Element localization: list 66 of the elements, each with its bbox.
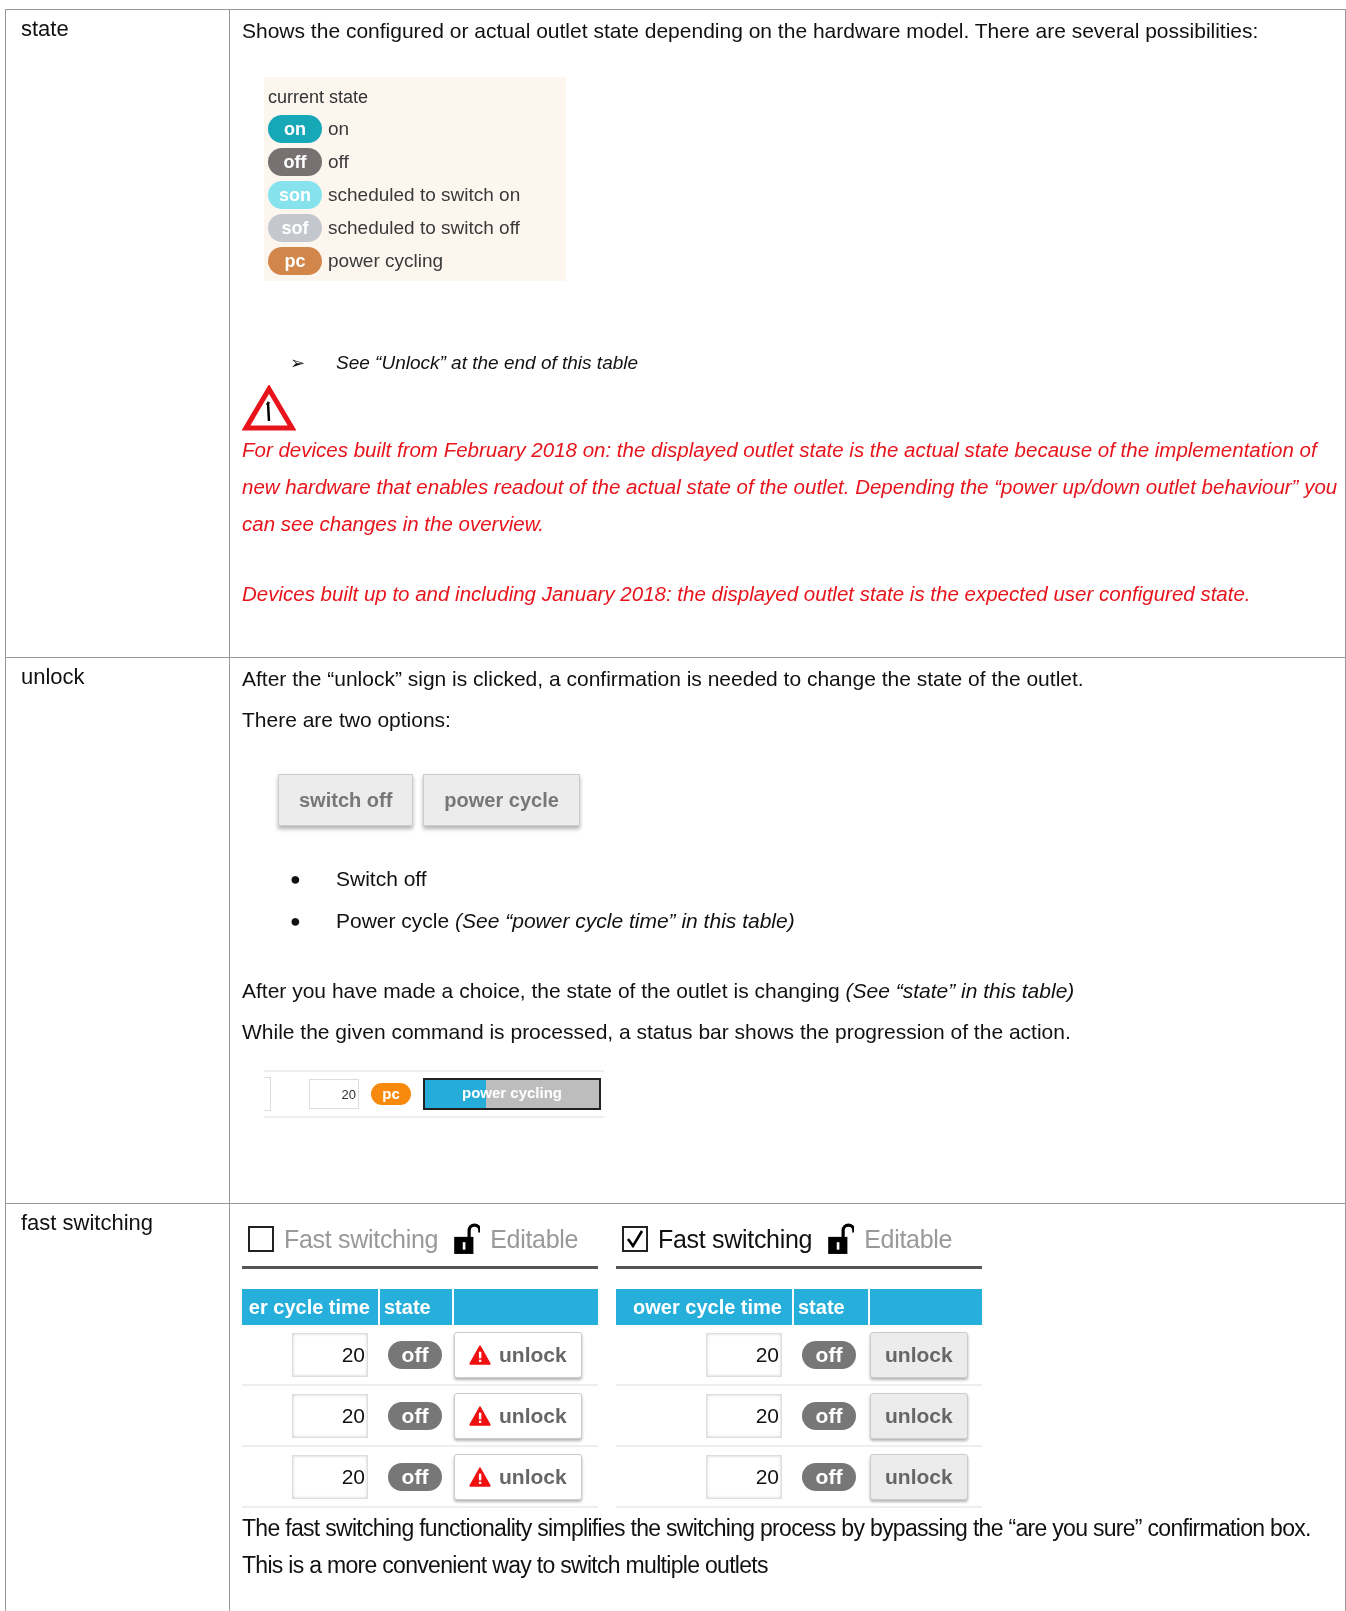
column-header: ower cycle time (633, 1295, 782, 1319)
action-button[interactable]: switch off (278, 774, 414, 826)
state-label: on (328, 117, 350, 140)
unlock-button[interactable]: unlock (870, 1453, 968, 1500)
bullet: ● (290, 868, 302, 891)
unlock-button[interactable]: unlock (454, 1331, 582, 1378)
paragraph: After the “unlock” sign is clicked, a confirmation is needed to change the state of the outlet. (242, 666, 1085, 692)
state-label: off (328, 150, 349, 173)
checkbox[interactable] (248, 1226, 274, 1252)
term-label: state (21, 16, 69, 41)
warning-icon (469, 1466, 491, 1487)
paragraph: There are two options: (242, 707, 452, 733)
note-text: See “Unlock” at the end of this table (336, 352, 639, 374)
warning-icon (469, 1405, 491, 1426)
unlock-button[interactable]: unlock (870, 1331, 968, 1378)
state-badge: off (388, 1340, 442, 1369)
number-field[interactable]: 20 (706, 1332, 782, 1377)
state-label: scheduled to switch off (328, 216, 520, 239)
column-header: state (798, 1295, 845, 1319)
bullet: ● (290, 910, 302, 933)
padlock-icon (828, 1223, 855, 1255)
editable-label: Editable (864, 1224, 953, 1254)
legend-title: current state (268, 86, 370, 109)
arrow-bullet: ➢ (290, 352, 306, 374)
state-badge: off (802, 1401, 856, 1430)
state-badge: son (268, 180, 322, 209)
number-field[interactable]: 20 (706, 1393, 782, 1438)
state-badge: off (388, 1462, 442, 1491)
state-badge: sof (268, 213, 322, 242)
padlock-icon (454, 1223, 481, 1255)
state-label: scheduled to switch on (328, 183, 521, 206)
state-badge: pc (371, 1083, 411, 1105)
editable-label: Editable (490, 1224, 579, 1254)
state-badge: on (268, 114, 322, 143)
state-badge: off (802, 1340, 856, 1369)
column-header: state (384, 1295, 431, 1319)
number-field[interactable]: 20 (706, 1454, 782, 1499)
warning-icon (469, 1344, 491, 1365)
paragraph: The fast switching functionality simplifies the switching process by bypassing the “are you sure” confirmation box. This is a more convenient way to switch multiple outlets (242, 1514, 1312, 1580)
bullet-text: Power cycle (See “power cycle time” in this table) (336, 908, 795, 934)
warning-text: For devices built from February 2018 on: the displayed outlet state is the actual state because of the implementation of new hardware that enables readout of the actual state of the outlet. Depending the “power up/down outlet behaviour” you can see changes in the overview. (242, 437, 1339, 537)
input-field[interactable] (264, 1077, 271, 1111)
warning-icon (242, 385, 296, 431)
term-label: fast switching (21, 1210, 154, 1235)
paragraph: Shows the configured or actual outlet state depending on the hardware model. There are several possibilities: (242, 18, 1260, 44)
term-label: unlock (21, 664, 85, 689)
number-field[interactable]: 20 (292, 1332, 368, 1377)
state-label: power cycling (328, 249, 444, 272)
unlock-button[interactable]: unlock (870, 1392, 968, 1439)
checkbox[interactable] (622, 1226, 648, 1252)
column-header: er cycle time (248, 1295, 370, 1319)
paragraph: After you have made a choice, the state of the outlet is changing (See “state” in this table) (242, 978, 1076, 1004)
state-badge: off (802, 1462, 856, 1491)
state-badge: off (268, 147, 322, 176)
unlock-button[interactable]: unlock (454, 1392, 582, 1439)
unlock-button[interactable]: unlock (454, 1453, 582, 1500)
number-field[interactable]: 20 (309, 1079, 359, 1109)
paragraph: While the given command is processed, a status bar shows the progression of the action. (242, 1019, 1072, 1045)
state-badge: pc (268, 246, 322, 275)
state-badge: off (388, 1401, 442, 1430)
checkbox-label[interactable]: Fast switching (658, 1224, 813, 1254)
warning-text: Devices built up to and including January 2018: the displayed outlet state is the expected user configured state. (242, 581, 1252, 607)
action-button[interactable]: power cycle (423, 774, 580, 826)
number-field[interactable]: 20 (292, 1393, 368, 1438)
bullet-text: Switch off (336, 866, 427, 892)
number-field[interactable]: 20 (292, 1454, 368, 1499)
